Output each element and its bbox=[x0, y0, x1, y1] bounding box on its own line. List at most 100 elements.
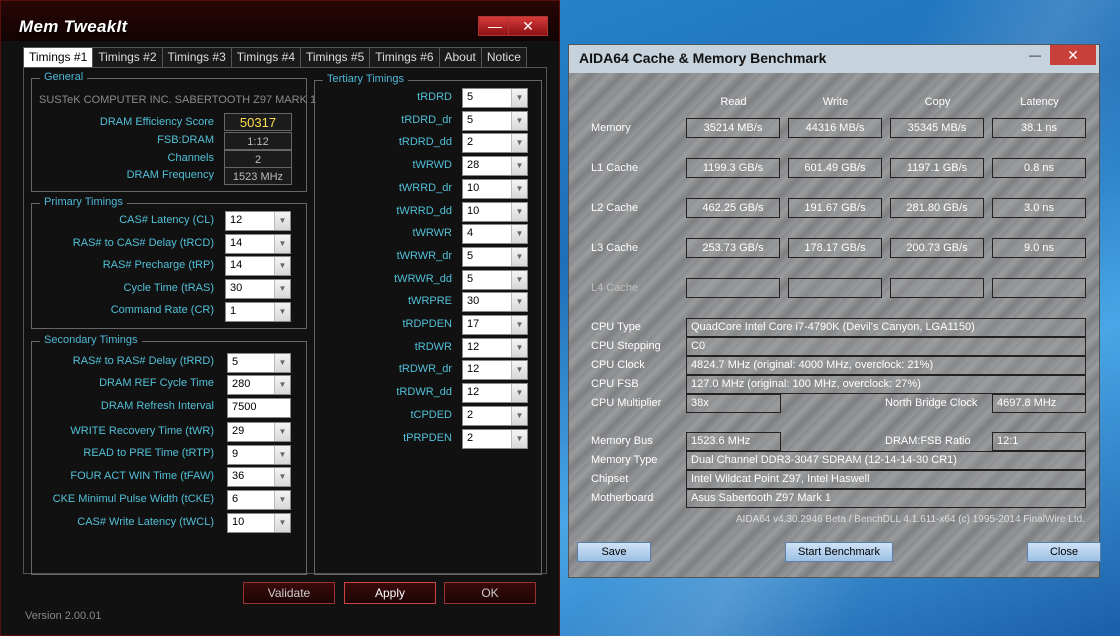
timing-label: DRAM REF Cycle Time bbox=[99, 377, 214, 389]
trtp-select[interactable]: 9 ▼ bbox=[227, 445, 291, 465]
tertiary-timing-select[interactable]: 30 ▼ bbox=[462, 292, 528, 312]
column-header-write: Write bbox=[822, 96, 849, 108]
cpu-multiplier-label: CPU Multiplier bbox=[591, 397, 662, 409]
tertiary-timing-label: tWRRD_dr bbox=[398, 182, 452, 194]
tertiary-timing-select[interactable]: 28 ▼ bbox=[462, 156, 528, 176]
benchmark-cell: 3.0 ns bbox=[992, 198, 1086, 218]
tertiary-timing-label: tCPDED bbox=[410, 409, 452, 421]
benchmark-cell: 462.25 GB/s bbox=[686, 198, 780, 218]
close-button[interactable]: Close bbox=[1027, 542, 1101, 562]
chipset-label: Chipset bbox=[591, 473, 629, 485]
tfaw-select[interactable]: 36 ▼ bbox=[227, 467, 291, 487]
close-button[interactable]: ✕ bbox=[508, 16, 548, 36]
tertiary-timing-select[interactable]: 5 ▼ bbox=[462, 88, 528, 108]
chevron-down-icon: ▼ bbox=[274, 423, 290, 441]
timing-label: Cycle Time (tRAS) bbox=[123, 282, 214, 294]
chevron-down-icon: ▼ bbox=[511, 134, 527, 152]
tertiary-timing-label: tRDWR_dd bbox=[396, 386, 452, 398]
timing-label: Command Rate (CR) bbox=[110, 304, 214, 316]
timing-label: WRITE Recovery Time (tWR) bbox=[70, 425, 214, 437]
tab-about[interactable]: About bbox=[438, 47, 482, 67]
tertiary-timing-label: tWRWR bbox=[412, 227, 452, 239]
tertiary-timing-select[interactable]: 5 ▼ bbox=[462, 270, 528, 290]
tertiary-timing-select[interactable]: 10 ▼ bbox=[462, 179, 528, 199]
tab-timings-4[interactable]: Timings #4 bbox=[230, 47, 301, 67]
tab-timings-3[interactable]: Timings #3 bbox=[161, 47, 232, 67]
tab-timings-1[interactable]: Timings #1 bbox=[23, 47, 94, 68]
tertiary-timing-select[interactable]: 12 ▼ bbox=[462, 360, 528, 380]
benchmark-cell: 38.1 ns bbox=[992, 118, 1086, 138]
tab-timings-2[interactable]: Timings #2 bbox=[92, 47, 163, 67]
save-button[interactable]: Save bbox=[577, 542, 651, 562]
cas-latency-select[interactable]: 12 ▼ bbox=[225, 211, 291, 231]
dram-fsb-ratio-value: 12:1 bbox=[992, 432, 1086, 451]
tab-timings-5[interactable]: Timings #5 bbox=[300, 47, 371, 67]
benchmark-cell: 44316 MB/s bbox=[788, 118, 882, 138]
tertiary-timing-select[interactable]: 2 ▼ bbox=[462, 406, 528, 426]
tras-select[interactable]: 30 ▼ bbox=[225, 279, 291, 299]
tertiary-timing-select[interactable]: 2 ▼ bbox=[462, 133, 528, 153]
tertiary-timing-select[interactable]: 10 ▼ bbox=[462, 202, 528, 222]
chevron-down-icon: ▼ bbox=[511, 361, 527, 379]
cpu-clock-label: CPU Clock bbox=[591, 359, 645, 371]
benchmark-cell: 35345 MB/s bbox=[890, 118, 984, 138]
tertiary-timing-select[interactable]: 17 ▼ bbox=[462, 315, 528, 335]
benchmark-cell: 253.73 GB/s bbox=[686, 238, 780, 258]
aida64-window: AIDA64 Cache & Memory Benchmark — ✕ Read… bbox=[568, 44, 1101, 578]
command-rate-select[interactable]: 1 ▼ bbox=[225, 302, 291, 322]
tab-timings-6[interactable]: Timings #6 bbox=[369, 47, 440, 67]
chevron-down-icon: ▼ bbox=[511, 248, 527, 266]
chevron-down-icon: ▼ bbox=[511, 407, 527, 425]
tab-notice[interactable]: Notice bbox=[480, 47, 527, 67]
refresh-interval-input[interactable]: 7500 bbox=[227, 398, 291, 418]
memtweakit-titlebar[interactable]: Mem TweakIt — ✕ bbox=[1, 1, 559, 41]
benchmark-cell: 178.17 GB/s bbox=[788, 238, 882, 258]
tertiary-timing-label: tRDRD_dd bbox=[398, 136, 452, 148]
tertiary-timing-select[interactable]: 2 ▼ bbox=[462, 429, 528, 449]
trp-select[interactable]: 14 ▼ bbox=[225, 256, 291, 276]
tertiary-timing-label: tRDRD_dr bbox=[401, 114, 452, 126]
secondary-timings-title: Secondary Timings bbox=[40, 334, 142, 346]
tertiary-timing-label: tWRWD bbox=[412, 159, 452, 171]
chevron-down-icon: ▼ bbox=[511, 384, 527, 402]
ok-button[interactable]: OK bbox=[444, 582, 536, 604]
tertiary-timing-label: tRDWR bbox=[414, 341, 452, 353]
twr-select[interactable]: 29 ▼ bbox=[227, 422, 291, 442]
cpu-fsb-label: CPU FSB bbox=[591, 378, 639, 390]
cpu-stepping-value: C0 bbox=[686, 337, 1086, 356]
channels-label: Channels bbox=[167, 152, 214, 164]
motherboard-label: Motherboard bbox=[591, 492, 654, 504]
tertiary-timing-label: tPRPDEN bbox=[403, 432, 452, 444]
validate-button[interactable]: Validate bbox=[243, 582, 335, 604]
timing-label: CAS# Latency (CL) bbox=[119, 214, 214, 226]
benchmark-cell: 601.49 GB/s bbox=[788, 158, 882, 178]
chevron-down-icon: ▼ bbox=[511, 157, 527, 175]
trfc-select[interactable]: 280 ▼ bbox=[227, 375, 291, 395]
benchmark-row-label: Memory bbox=[591, 122, 631, 134]
minimize-button[interactable]: — bbox=[478, 16, 512, 36]
chevron-down-icon: ▼ bbox=[511, 89, 527, 107]
tertiary-timing-select[interactable]: 5 ▼ bbox=[462, 247, 528, 267]
benchmark-cell: 200.73 GB/s bbox=[890, 238, 984, 258]
benchmark-cell: 0.8 ns bbox=[992, 158, 1086, 178]
tertiary-timing-select[interactable]: 4 ▼ bbox=[462, 224, 528, 244]
aida64-titlebar[interactable]: AIDA64 Cache & Memory Benchmark — ✕ bbox=[569, 45, 1099, 73]
tertiary-timing-label: tWRPRE bbox=[408, 295, 452, 307]
tertiary-timing-select[interactable]: 12 ▼ bbox=[462, 338, 528, 358]
dram-fsb-ratio-label: DRAM:FSB Ratio bbox=[885, 435, 971, 447]
trrd-select[interactable]: 5 ▼ bbox=[227, 353, 291, 373]
efficiency-score: 50317 bbox=[224, 113, 292, 131]
minimize-button[interactable]: — bbox=[1022, 45, 1048, 65]
chevron-down-icon: ▼ bbox=[511, 293, 527, 311]
chevron-down-icon: ▼ bbox=[511, 203, 527, 221]
twcl-select[interactable]: 10 ▼ bbox=[227, 513, 291, 533]
tcke-select[interactable]: 6 ▼ bbox=[227, 490, 291, 510]
apply-button[interactable]: Apply bbox=[344, 582, 436, 604]
trcd-select[interactable]: 14 ▼ bbox=[225, 234, 291, 254]
tertiary-timing-select[interactable]: 5 ▼ bbox=[462, 111, 528, 131]
chevron-down-icon: ▼ bbox=[511, 271, 527, 289]
tertiary-timing-select[interactable]: 12 ▼ bbox=[462, 383, 528, 403]
start-benchmark-button[interactable]: Start Benchmark bbox=[785, 542, 893, 562]
chipset-value: Intel Wildcat Point Z97, Intel Haswell bbox=[686, 470, 1086, 489]
close-window-button[interactable]: ✕ bbox=[1050, 45, 1096, 65]
